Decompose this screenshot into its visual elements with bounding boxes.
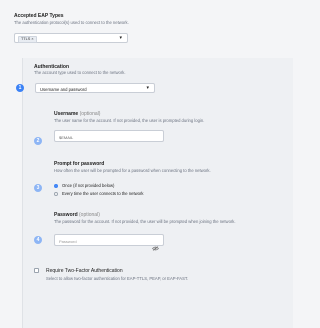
password-subtitle: The password for the account. If not pro… bbox=[54, 219, 236, 224]
radio-every-time-label[interactable]: Every time the user connects to the netw… bbox=[62, 191, 143, 196]
radio-once-label[interactable]: Once (if not provided below) bbox=[62, 183, 114, 188]
password-placeholder: Password bbox=[59, 238, 77, 244]
eye-off-icon[interactable] bbox=[152, 238, 159, 256]
username-optional: (optional) bbox=[79, 111, 101, 117]
step-3-badge: 3 bbox=[34, 184, 42, 192]
step-1-badge: 1 bbox=[16, 84, 24, 92]
step-2-badge: 2 bbox=[34, 137, 42, 145]
step-4-badge: 4 bbox=[34, 236, 42, 244]
tag-remove-icon[interactable]: × bbox=[31, 37, 33, 41]
username-input[interactable]: $EMAIL bbox=[54, 130, 164, 142]
password-optional: (optional) bbox=[79, 212, 100, 218]
eap-tag[interactable]: TTLS × bbox=[18, 36, 37, 43]
chevron-down-icon[interactable]: ▾ bbox=[119, 36, 122, 41]
password-label: Password bbox=[54, 212, 78, 218]
chevron-down-icon[interactable]: ▾ bbox=[146, 86, 149, 91]
eap-subtitle: The authentication protocol(s) used to c… bbox=[14, 20, 129, 25]
password-input[interactable]: Password bbox=[54, 234, 164, 251]
password-title: Password (optional) bbox=[54, 212, 100, 218]
authentication-select[interactable]: Username and password ▾ bbox=[35, 83, 155, 93]
username-value: $EMAIL bbox=[59, 134, 74, 140]
radio-every-time[interactable] bbox=[54, 192, 58, 196]
username-title: Username (optional) bbox=[54, 111, 100, 117]
username-label: Username bbox=[54, 111, 79, 117]
radio-once[interactable] bbox=[54, 184, 58, 188]
two-factor-subtitle: Select to allow two-factor authenticatio… bbox=[46, 276, 189, 281]
authentication-selected: Username and password bbox=[40, 86, 87, 92]
eap-title: Accepted EAP Types bbox=[14, 13, 64, 19]
eap-type-select[interactable]: TTLS × ▾ bbox=[14, 33, 128, 43]
authentication-subtitle: The account type used to connect to the … bbox=[34, 70, 126, 75]
prompt-title: Prompt for password bbox=[54, 161, 105, 167]
prompt-subtitle: How often the user will be prompted for … bbox=[54, 168, 211, 173]
eap-tag-label: TTLS bbox=[21, 37, 31, 41]
two-factor-title[interactable]: Require Two-Factor Authentication bbox=[46, 268, 123, 274]
two-factor-checkbox[interactable] bbox=[34, 268, 39, 273]
username-subtitle: The user name for the account. If not pr… bbox=[54, 118, 205, 123]
